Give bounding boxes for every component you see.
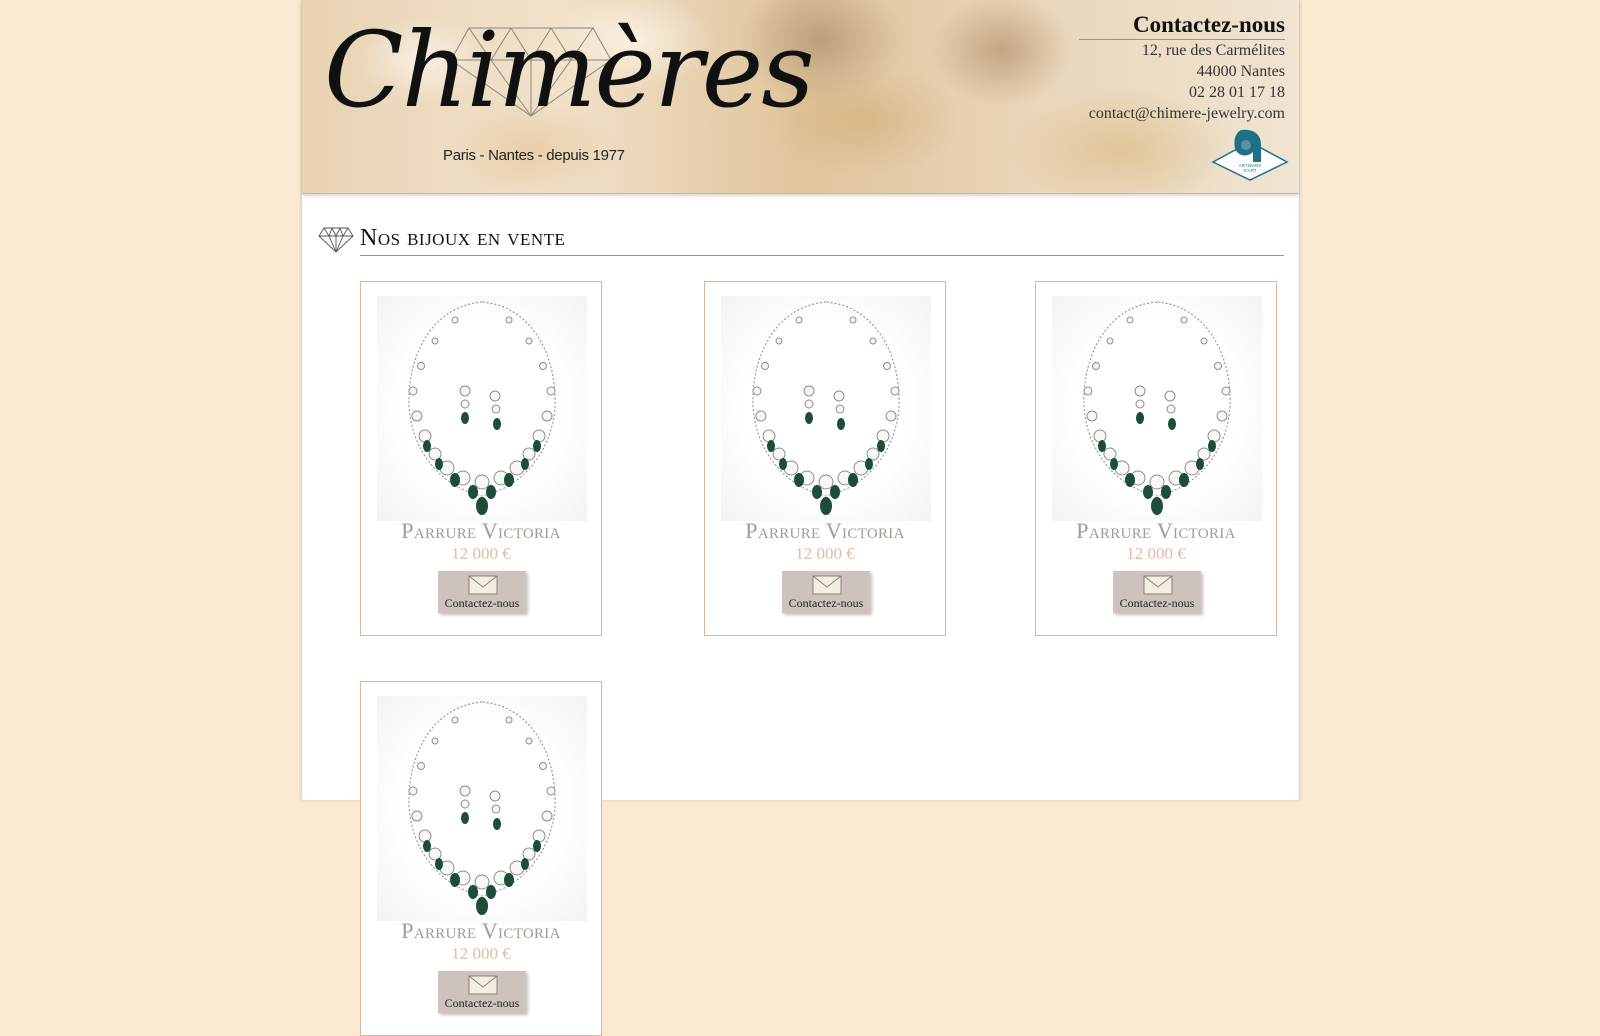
contact-button[interactable]: Contactez-nous [438,971,526,1013]
artisans-dart-badge: ARTISANS D'ART [1211,129,1289,181]
product-price: 12 000 € [451,544,511,563]
necklace-illustration [408,701,556,915]
diamond-icon [318,227,354,253]
contact-title[interactable]: Contactez-nous [1078,12,1285,40]
section-heading: Nos bijoux en vente [318,225,1284,256]
product-name[interactable]: Parrure Victoria [361,918,601,944]
contact-button-label: Contactez-nous [444,996,520,1010]
contact-button[interactable]: Contactez-nous [782,571,870,613]
product-name[interactable]: Parrure Victoria [705,518,945,544]
contact-street: 12, rue des Carmélites [1141,42,1285,59]
product-name[interactable]: Parrure Victoria [361,518,601,544]
contact-block: Contactez-nous 12, rue des Carmélites 44… [1078,12,1285,124]
product-price: 12 000 € [795,544,855,563]
product-price: 12 000 € [1126,544,1186,563]
page-container: Chimères Paris - Nantes - depuis 1977 Co… [301,0,1300,1036]
product-card[interactable]: Parrure Victoria 12 000 € Contactez-nous [1035,281,1277,636]
envelope-icon [468,975,498,995]
contact-email[interactable]: contact@chimere-jewelry.com [1079,103,1285,124]
product-card[interactable]: Parrure Victoria 12 000 € Contactez-nous [704,281,946,636]
contact-button-label: Contactez-nous [788,596,864,610]
badge-text-line2: D'ART [1243,168,1256,173]
site-logo[interactable]: Chimères [324,18,815,122]
necklace-illustration [1083,301,1231,515]
contact-button-label: Contactez-nous [1119,596,1195,610]
logo-subtitle: Paris - Nantes - depuis 1977 [443,147,625,164]
contact-city: 44000 Nantes [1196,63,1285,80]
necklace-illustration [408,301,556,515]
product-image[interactable] [721,296,931,521]
site-header: Chimères Paris - Nantes - depuis 1977 Co… [302,0,1299,194]
contact-button[interactable]: Contactez-nous [438,571,526,613]
section-title: Nos bijoux en vente [360,225,566,251]
envelope-icon [468,575,498,595]
envelope-icon [812,575,842,595]
product-name[interactable]: Parrure Victoria [1036,518,1276,544]
contact-phone: 02 28 01 17 18 [1189,84,1285,101]
contact-button[interactable]: Contactez-nous [1113,571,1201,613]
product-card[interactable]: Parrure Victoria 12 000 € Contactez-nous [360,681,602,1036]
contact-button-label: Contactez-nous [444,596,520,610]
product-image[interactable] [377,696,587,921]
product-card[interactable]: Parrure Victoria 12 000 € Contactez-nous [360,281,602,636]
section-divider [360,255,1284,256]
envelope-icon [1143,575,1173,595]
product-image[interactable] [1052,296,1262,521]
necklace-illustration [752,301,900,515]
product-price: 12 000 € [451,944,511,963]
product-image[interactable] [377,296,587,521]
